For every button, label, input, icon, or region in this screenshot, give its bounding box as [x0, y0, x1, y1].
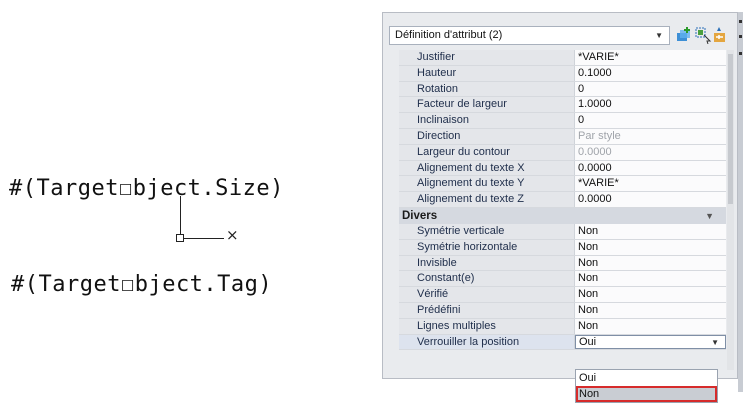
property-value[interactable]: Non	[575, 271, 726, 287]
ucs-x-label: ×	[226, 226, 239, 244]
property-value[interactable]: Non	[575, 318, 726, 334]
strip-grip	[739, 20, 742, 23]
scrollbar-thumb[interactable]	[728, 54, 733, 204]
dropdown-option-oui[interactable]: Oui	[576, 370, 717, 386]
ucs-x-axis	[180, 238, 224, 239]
property-row-invisible[interactable]: Invisible Non	[399, 255, 726, 272]
palette-title-strip[interactable]	[738, 12, 743, 392]
property-value[interactable]: Non	[575, 223, 726, 239]
property-label: Alignement du texte X	[399, 160, 575, 176]
property-row-text-alignment-y[interactable]: Alignement du texte Y *VARIE*	[399, 176, 726, 193]
property-value[interactable]: Non	[575, 287, 726, 302]
property-value[interactable]: 1.0000	[575, 97, 726, 113]
property-label: Alignement du texte Y	[399, 176, 575, 192]
property-label: Vérifié	[399, 287, 575, 302]
property-value[interactable]: *VARIE*	[575, 50, 726, 65]
lock-position-select[interactable]: Oui ▼	[575, 334, 726, 350]
property-row-obliquing[interactable]: Inclinaison 0	[399, 113, 726, 129]
property-value: Par style	[575, 128, 726, 144]
property-row-mirror-horizontal[interactable]: Symétrie horizontale Non	[399, 239, 726, 256]
property-value[interactable]: 0	[575, 81, 726, 97]
object-type-selector[interactable]: Définition d'attribut (2) ▼	[389, 26, 670, 45]
property-value[interactable]: *VARIE*	[575, 176, 726, 192]
lock-position-dropdown-list: Oui Non	[575, 369, 718, 403]
property-value[interactable]: 0.0000	[575, 192, 726, 207]
property-row-preset[interactable]: Prédéfini Non	[399, 302, 726, 319]
toggle-pickadd-icon[interactable]	[711, 26, 729, 44]
property-row-text-alignment-z[interactable]: Alignement du texte Z 0.0000	[399, 192, 726, 208]
property-label: Hauteur	[399, 65, 575, 81]
property-label: Largeur du contour	[399, 144, 575, 160]
property-row-verify[interactable]: Vérifié Non	[399, 287, 726, 303]
property-grid: Justifier *VARIE* Hauteur 0.1000 Rotation 0…	[399, 50, 726, 351]
property-value[interactable]: Non	[575, 255, 726, 271]
property-value[interactable]: 0	[575, 113, 726, 128]
ucs-y-axis	[180, 196, 181, 239]
property-row-boundary-width: Largeur du contour 0.0000	[399, 144, 726, 161]
property-row-mirror-vertical[interactable]: Symétrie verticale Non	[399, 223, 726, 240]
property-value: 0.0000	[575, 144, 726, 160]
property-row-lock-position[interactable]: Verrouiller la position Oui ▼	[399, 334, 726, 351]
property-value[interactable]: Non	[575, 239, 726, 255]
property-row-justify[interactable]: Justifier *VARIE*	[399, 50, 726, 66]
property-label: Facteur de largeur	[399, 97, 575, 113]
property-label: Constant(e)	[399, 271, 575, 287]
property-label: Lignes multiples	[399, 318, 575, 334]
property-label: Direction	[399, 128, 575, 144]
property-row-constant[interactable]: Constant(e) Non	[399, 271, 726, 288]
ucs-origin-icon	[176, 234, 184, 242]
select-objects-icon[interactable]	[694, 26, 712, 44]
property-label: Prédéfini	[399, 302, 575, 318]
attribute-definition-tag[interactable]: #(Target☐bject.Tag)	[11, 272, 272, 297]
dropdown-option-non[interactable]: Non	[576, 386, 717, 402]
attribute-definition-size[interactable]: #(Target☐bject.Size)	[9, 176, 284, 201]
strip-grip	[739, 52, 742, 55]
property-value[interactable]: 0.1000	[575, 65, 726, 81]
chevron-down-icon: ▼	[655, 31, 663, 40]
property-label: Symétrie verticale	[399, 223, 575, 239]
group-header-misc[interactable]: Divers ▼	[399, 207, 726, 224]
property-label: Invisible	[399, 255, 575, 271]
property-label: Justifier	[399, 50, 575, 65]
palette-scrollbar[interactable]	[727, 50, 734, 370]
property-row-rotation[interactable]: Rotation 0	[399, 81, 726, 98]
property-label: Alignement du texte Z	[399, 192, 575, 207]
property-label: Rotation	[399, 81, 575, 97]
quick-select-icon[interactable]	[675, 26, 693, 44]
collapse-chevron-icon[interactable]: ▼	[705, 208, 714, 224]
property-label: Inclinaison	[399, 113, 575, 128]
property-label: Verrouiller la position	[399, 334, 575, 350]
property-row-width-factor[interactable]: Facteur de largeur 1.0000	[399, 97, 726, 114]
strip-grip	[739, 35, 742, 38]
object-type-value: Définition d'attribut (2)	[395, 29, 503, 41]
property-value[interactable]: Non	[575, 302, 726, 318]
property-label: Symétrie horizontale	[399, 239, 575, 255]
chevron-down-icon[interactable]: ▼	[711, 336, 719, 349]
property-row-multiple-lines[interactable]: Lignes multiples Non	[399, 318, 726, 335]
group-title: Divers	[402, 209, 438, 222]
property-row-height[interactable]: Hauteur 0.1000	[399, 65, 726, 82]
lock-position-value: Oui	[579, 335, 597, 348]
property-value[interactable]: 0.0000	[575, 160, 726, 176]
property-row-direction: Direction Par style	[399, 128, 726, 145]
property-row-text-alignment-x[interactable]: Alignement du texte X 0.0000	[399, 160, 726, 177]
